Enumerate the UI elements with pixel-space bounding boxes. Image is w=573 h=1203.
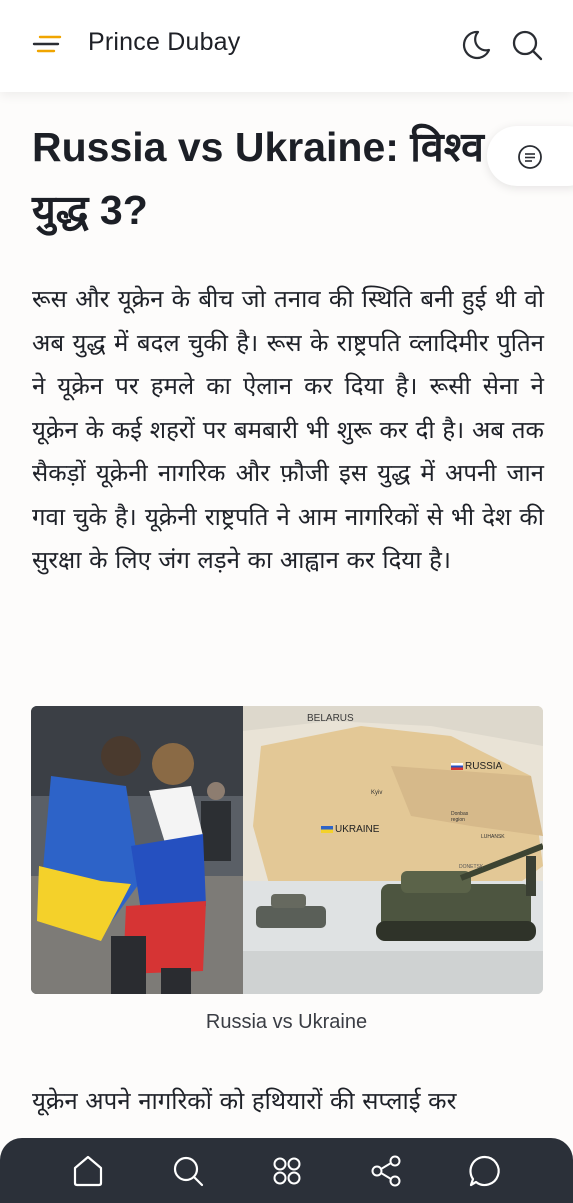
share-icon[interactable]	[369, 1154, 403, 1188]
table-of-contents-button[interactable]	[487, 126, 573, 186]
map-label-kyiv: Kyiv	[371, 790, 383, 796]
map-label-donetsk: DONETSK	[459, 864, 484, 870]
list-icon	[518, 145, 542, 169]
chat-icon[interactable]	[468, 1154, 502, 1188]
search-icon[interactable]	[171, 1154, 205, 1188]
article-image: BELARUS RUSSIA Kyiv Donbas region LUHANS…	[31, 706, 543, 994]
map-label-luhansk: LUHANSK	[481, 834, 505, 840]
map-label-belarus: BELARUS	[307, 713, 354, 724]
moon-icon[interactable]	[459, 28, 493, 62]
apps-icon[interactable]	[270, 1154, 304, 1188]
search-icon[interactable]	[510, 28, 544, 62]
home-icon[interactable]	[71, 1154, 105, 1188]
map-label-russia: RUSSIA	[451, 761, 502, 772]
image-caption: Russia vs Ukraine	[205, 1011, 368, 1033]
article-paragraph-2: यूक्रेन अपने नागरिकों को हथियारों की सप्…	[32, 1087, 457, 1115]
map-label-ukraine: UKRAINE	[321, 824, 379, 835]
site-title[interactable]: Prince Dubay	[88, 28, 240, 57]
article-title: Russia vs Ukraine: विश्व युद्ध 3?	[32, 124, 484, 233]
map-label-donbas: Donbas region	[451, 811, 469, 823]
menu-icon[interactable]	[32, 31, 62, 57]
site-header: Prince Dubay	[0, 0, 573, 92]
article-paragraph: रूस और यूक्रेन के बीच जो तनाव की स्थिति …	[32, 285, 544, 574]
bottom-navigation	[0, 1138, 573, 1203]
